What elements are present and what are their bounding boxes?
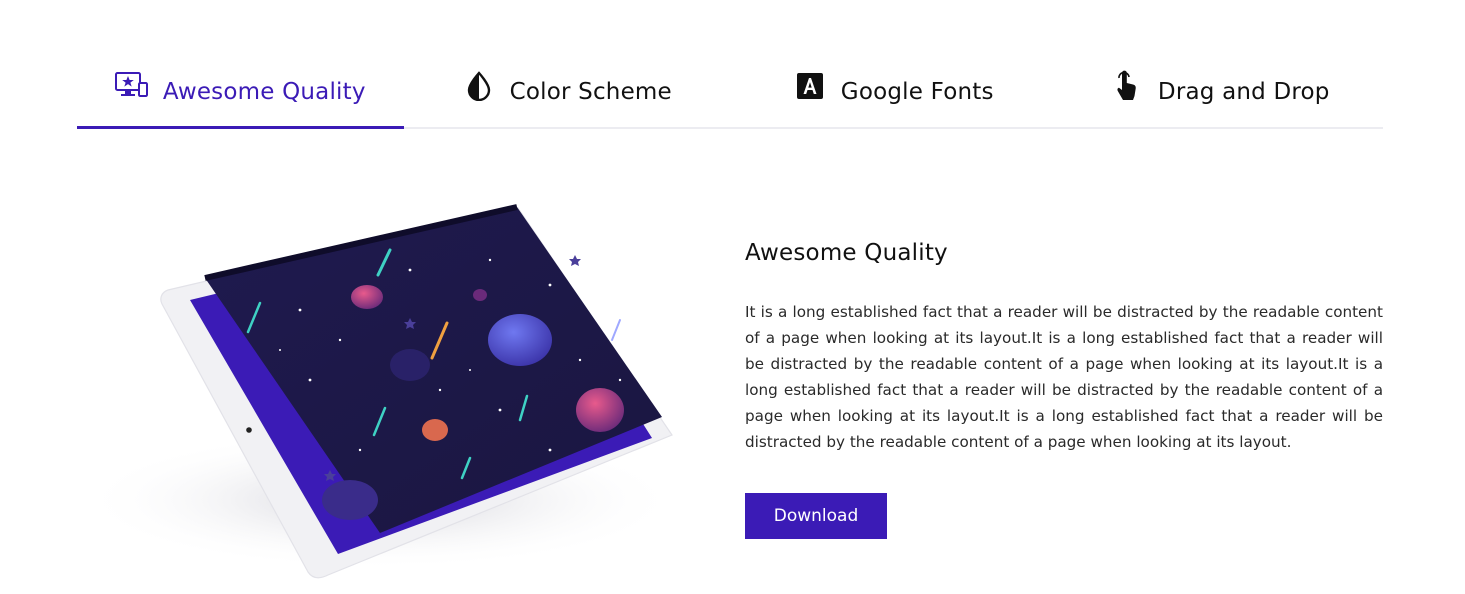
feature-tabs: Awesome Quality Color Scheme Google Font…	[77, 56, 1383, 129]
tab-label: Color Scheme	[509, 78, 672, 105]
tab-label: Drag and Drop	[1157, 78, 1330, 105]
tab-drag-and-drop[interactable]: Drag and Drop	[1057, 56, 1384, 127]
devices-star-icon	[114, 69, 149, 103]
font-a-icon	[793, 69, 827, 103]
feature-content: Awesome Quality It is a long established…	[745, 240, 1383, 455]
tab-color-scheme[interactable]: Color Scheme	[404, 56, 731, 127]
feature-description: It is a long established fact that a rea…	[745, 303, 1383, 451]
tab-label: Google Fonts	[840, 78, 994, 105]
download-button[interactable]: Download	[745, 493, 887, 539]
contrast-icon	[462, 69, 496, 103]
tab-awesome-quality[interactable]: Awesome Quality	[77, 56, 404, 129]
tab-label: Awesome Quality	[162, 78, 366, 105]
feature-title: Awesome Quality	[745, 240, 948, 266]
tab-google-fonts[interactable]: Google Fonts	[730, 56, 1057, 127]
tablet-mockup-illustration	[80, 200, 720, 590]
pointer-hand-icon	[1110, 69, 1144, 103]
